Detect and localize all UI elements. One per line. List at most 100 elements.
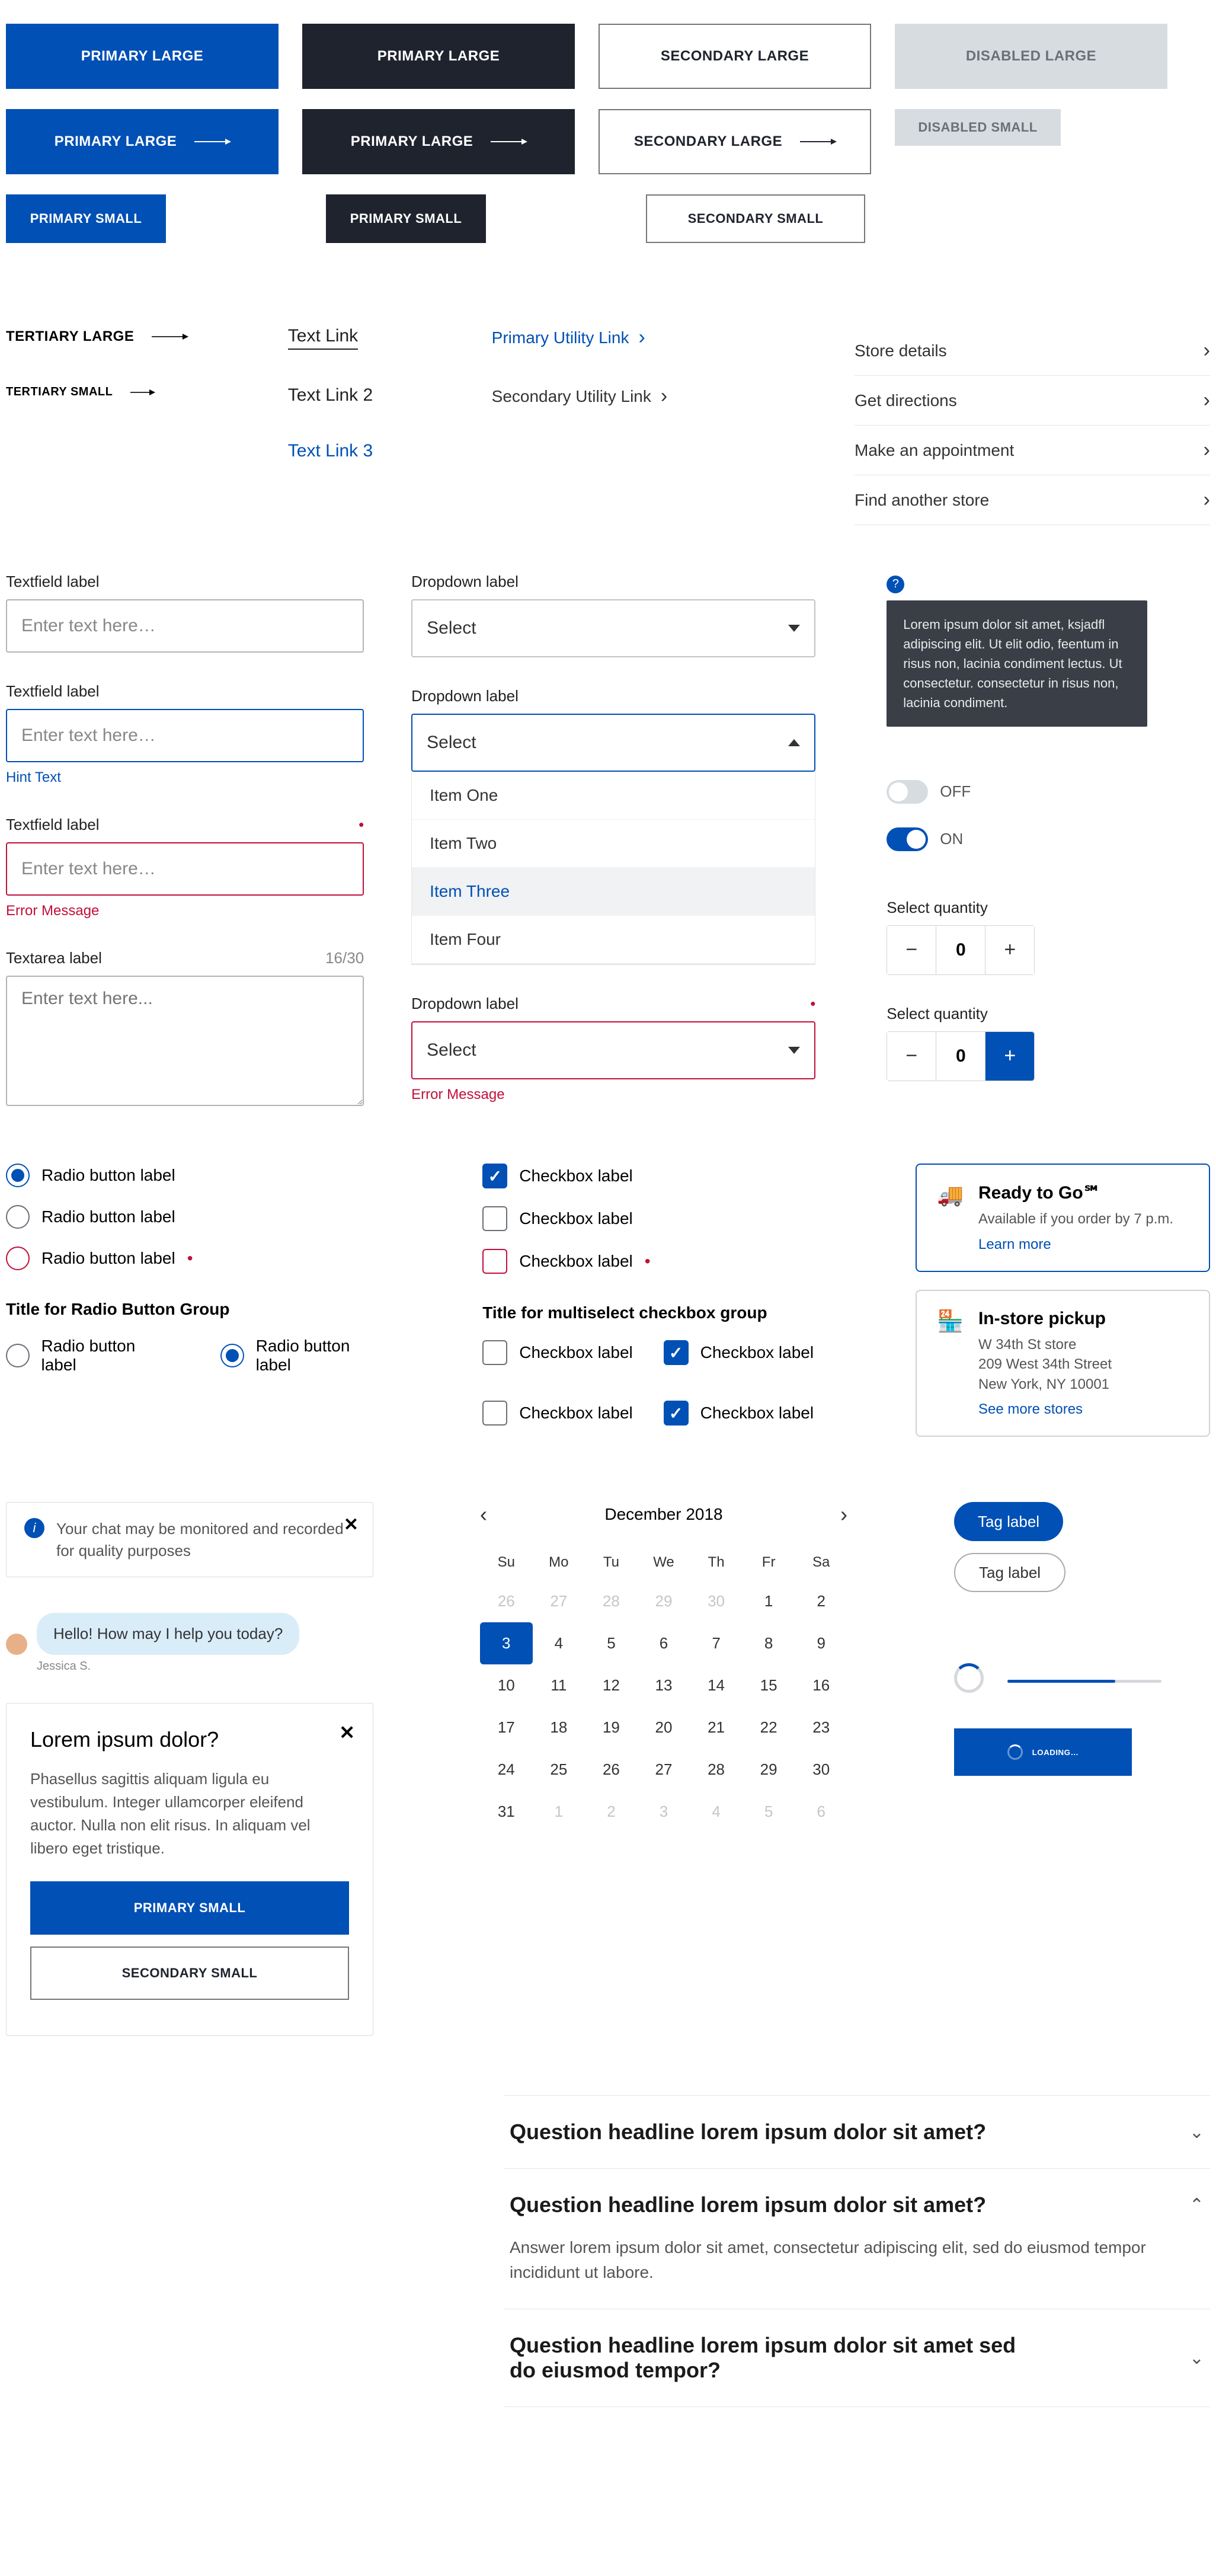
learn-more-link[interactable]: Learn more [978,1236,1051,1253]
cal-day[interactable]: 30 [795,1749,847,1791]
checkbox-checked[interactable] [664,1401,689,1426]
cal-day[interactable]: 29 [743,1749,795,1791]
accordion-item-open[interactable]: Question headline lorem ipsum dolor sit … [504,2169,1210,2309]
tag-filled[interactable]: Tag label [954,1502,1063,1541]
cal-day[interactable]: 1 [533,1791,585,1833]
qty-plus[interactable]: + [985,926,1034,974]
textfield-error[interactable] [6,842,364,896]
cal-day[interactable]: 25 [533,1749,585,1791]
toggle-on[interactable] [887,827,928,851]
qty-minus[interactable]: − [887,926,936,974]
checkbox-unchecked[interactable] [482,1401,507,1426]
nav-store-details[interactable]: Store details [855,326,1210,376]
secondary-large-arrow-button[interactable]: SECONDARY LARGE [599,109,871,174]
tooltip-icon[interactable]: ? [887,576,904,593]
tag-outline[interactable]: Tag label [954,1553,1065,1592]
cal-day[interactable]: 18 [533,1706,585,1749]
close-icon[interactable]: ✕ [339,1721,355,1744]
cal-day[interactable]: 3 [480,1622,533,1664]
cal-day[interactable]: 5 [743,1791,795,1833]
cal-day[interactable]: 19 [585,1706,638,1749]
cal-day[interactable]: 2 [795,1580,847,1622]
cal-day[interactable]: 4 [690,1791,743,1833]
nav-get-directions[interactable]: Get directions [855,376,1210,426]
text-link-2[interactable]: Text Link 2 [288,385,444,405]
primary-large-button[interactable]: PRIMARY LARGE [6,24,279,89]
cal-day[interactable]: 24 [480,1749,533,1791]
qty-plus[interactable]: + [985,1032,1034,1081]
cal-day[interactable]: 20 [638,1706,690,1749]
text-link-3[interactable]: Text Link 3 [288,441,444,461]
textfield-default[interactable] [6,599,364,653]
tertiary-small-link[interactable]: TERTIARY SMALL [6,385,154,399]
modal-secondary-button[interactable]: SECONDARY SMALL [30,1947,349,2000]
cal-day[interactable]: 14 [690,1664,743,1706]
cal-day[interactable]: 27 [533,1580,585,1622]
cal-next[interactable]: › [840,1502,847,1527]
cal-day[interactable]: 8 [743,1622,795,1664]
accordion-item[interactable]: Question headline lorem ipsum dolor sit … [504,2096,1210,2169]
cal-day[interactable]: 5 [585,1622,638,1664]
checkbox-unchecked[interactable] [482,1340,507,1365]
cal-day[interactable]: 23 [795,1706,847,1749]
textarea[interactable] [6,976,364,1106]
cal-day[interactable]: 13 [638,1664,690,1706]
nav-make-appointment[interactable]: Make an appointment [855,426,1210,475]
cal-day[interactable]: 16 [795,1664,847,1706]
qty-minus[interactable]: − [887,1032,936,1081]
dropdown-item[interactable]: Item One [412,772,815,820]
radio-checked[interactable] [220,1344,244,1367]
cal-day[interactable]: 12 [585,1664,638,1706]
toggle-off[interactable] [887,780,928,804]
cal-day[interactable]: 22 [743,1706,795,1749]
primary-utility-link[interactable]: Primary Utility Link [492,326,645,349]
cal-day[interactable]: 10 [480,1664,533,1706]
dropdown-item-selected[interactable]: Item Three [412,868,815,916]
close-icon[interactable]: ✕ [344,1514,359,1535]
cal-day[interactable]: 28 [585,1580,638,1622]
cal-day[interactable]: 15 [743,1664,795,1706]
checkbox-checked[interactable] [482,1164,507,1188]
cal-day[interactable]: 6 [638,1622,690,1664]
radio-checked[interactable] [6,1164,30,1187]
cal-day[interactable]: 30 [690,1580,743,1622]
cal-day[interactable]: 2 [585,1791,638,1833]
primary-small-dark-button[interactable]: PRIMARY SMALL [326,194,486,243]
modal-primary-button[interactable]: PRIMARY SMALL [30,1881,349,1935]
cal-day[interactable]: 11 [533,1664,585,1706]
cal-day[interactable]: 29 [638,1580,690,1622]
dropdown-default[interactable]: Select [411,599,815,657]
cal-day[interactable]: 7 [690,1622,743,1664]
cal-day[interactable]: 17 [480,1706,533,1749]
radio-unchecked[interactable] [6,1344,30,1367]
dropdown-error[interactable]: Select [411,1021,815,1079]
nav-find-store[interactable]: Find another store [855,475,1210,525]
cal-day[interactable]: 1 [743,1580,795,1622]
secondary-small-button[interactable]: SECONDARY SMALL [646,194,865,243]
pickup-card[interactable]: 🏪 In-store pickup W 34th St store 209 We… [916,1290,1210,1437]
text-link-1[interactable]: Text Link [288,326,358,350]
accordion-item[interactable]: Question headline lorem ipsum dolor sit … [504,2309,1210,2407]
primary-small-button[interactable]: PRIMARY SMALL [6,194,166,243]
secondary-utility-link[interactable]: Secondary Utility Link [492,385,668,408]
cal-day[interactable]: 9 [795,1622,847,1664]
cal-day[interactable]: 26 [480,1580,533,1622]
cal-day[interactable]: 28 [690,1749,743,1791]
checkbox-error[interactable] [482,1249,507,1274]
cal-day[interactable]: 3 [638,1791,690,1833]
textfield-focus[interactable] [6,709,364,762]
dropdown-open[interactable]: Select [411,714,815,772]
tertiary-large-link[interactable]: TERTIARY LARGE [6,328,187,345]
cal-day[interactable]: 31 [480,1791,533,1833]
cal-day[interactable]: 26 [585,1749,638,1791]
see-more-link[interactable]: See more stores [978,1401,1083,1418]
dropdown-item[interactable]: Item Four [412,916,815,964]
checkbox-unchecked[interactable] [482,1206,507,1231]
cal-prev[interactable]: ‹ [480,1502,487,1527]
primary-large-dark-button[interactable]: PRIMARY LARGE [302,24,575,89]
secondary-large-button[interactable]: SECONDARY LARGE [599,24,871,89]
primary-large-arrow-button[interactable]: PRIMARY LARGE [6,109,279,174]
radio-error[interactable] [6,1247,30,1270]
loading-button[interactable]: LOADING… [954,1728,1132,1776]
ready-to-go-card[interactable]: 🚚 Ready to Go℠ Available if you order by… [916,1164,1210,1272]
